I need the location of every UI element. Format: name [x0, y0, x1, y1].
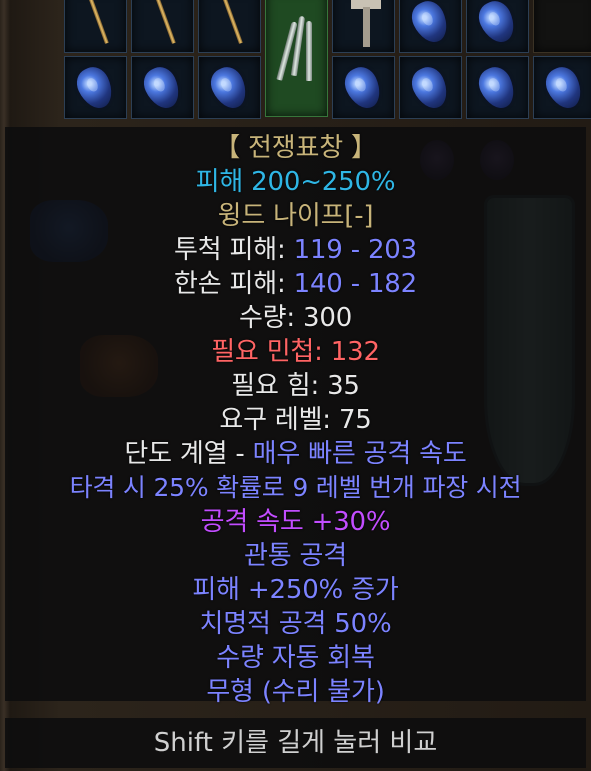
item-base-name: 윙드 나이프[-] — [217, 201, 374, 231]
mod-piercing-attack: 관통 공격 — [244, 541, 347, 571]
required-level-row: 요구 레벨: 75 — [5, 403, 586, 437]
stash-slot[interactable] — [198, 0, 261, 53]
stash-slot[interactable] — [198, 56, 261, 119]
stat-value: 300 — [303, 303, 353, 333]
stash-slot[interactable] — [131, 0, 194, 53]
stat-label: 투척 피해: — [174, 235, 286, 265]
weapon-class-label: 단도 계열 - — [124, 439, 245, 469]
throwing-knife-icon — [306, 21, 312, 81]
javelin-icon — [85, 0, 109, 44]
stat-label: 수량: — [238, 303, 295, 333]
mod-chance-to-cast: 타격 시 25% 확률로 9 레벨 번개 파장 시전 — [69, 473, 522, 502]
mod-replenish-quantity: 수량 자동 회복 — [216, 643, 375, 673]
hammer-shaft — [363, 7, 370, 47]
mod-enhanced-damage: 피해 +250% 증가 — [192, 575, 399, 605]
sapphire-gem-icon — [71, 62, 119, 114]
attack-speed-class: 매우 빠른 공격 속도 — [252, 439, 467, 469]
sapphire-gem-icon — [473, 0, 521, 48]
sapphire-gem-icon — [339, 62, 387, 114]
required-strength-row: 필요 힘: 35 — [5, 369, 586, 403]
stat-value: 119 - 203 — [293, 235, 418, 265]
sapphire-gem-icon — [540, 62, 588, 114]
stat-value: 132 — [330, 337, 380, 367]
stash-slot[interactable] — [533, 0, 591, 53]
stash-slot[interactable] — [533, 56, 591, 119]
stat-label: 필요 힘: — [231, 371, 320, 401]
stat-label: 필요 민첩: — [211, 337, 323, 367]
mod-attack-speed: 공격 속도 +30% — [200, 507, 391, 537]
javelin-icon — [219, 0, 243, 44]
sapphire-gem-icon — [473, 62, 521, 114]
stash-slot[interactable] — [399, 0, 462, 53]
throw-damage-row: 투척 피해: 119 - 203 — [5, 233, 586, 267]
selected-item-slot[interactable] — [265, 0, 328, 117]
sapphire-gem-icon — [406, 0, 454, 48]
quantity-row: 수량: 300 — [5, 301, 586, 335]
compare-hint: Shift 키를 길게 눌러 비교 — [5, 718, 586, 768]
weapon-class-row: 단도 계열 - 매우 빠른 공격 속도 — [5, 437, 586, 471]
stat-value: 140 - 182 — [293, 269, 418, 299]
one-hand-damage-row: 한손 피해: 140 - 182 — [5, 267, 586, 301]
stash-slot[interactable] — [399, 56, 462, 119]
item-tooltip: 【 전쟁표창 】 피해 200~250% 윙드 나이프[-] 투척 피해: 11… — [5, 127, 586, 707]
sapphire-gem-icon — [138, 62, 186, 114]
javelin-icon — [152, 0, 176, 44]
stash-slot[interactable] — [466, 0, 529, 53]
stash-slot[interactable] — [332, 0, 395, 53]
stash-slot[interactable] — [466, 56, 529, 119]
mod-ethereal: 무형 (수리 불가) — [206, 677, 385, 707]
stat-label: 요구 레벨: — [219, 405, 331, 435]
stash-slot[interactable] — [332, 56, 395, 119]
sapphire-gem-icon — [406, 62, 454, 114]
stat-value: 75 — [338, 405, 372, 435]
stash-slot[interactable] — [64, 56, 127, 119]
item-name: 【 전쟁표창 】 — [214, 133, 377, 163]
stat-label: 한손 피해: — [174, 269, 286, 299]
stat-value: 35 — [327, 371, 360, 401]
mod-deadly-strike: 치명적 공격 50% — [199, 609, 392, 639]
stash-slot[interactable] — [64, 0, 127, 53]
stash-slot[interactable] — [131, 56, 194, 119]
damage-percent: 피해 200~250% — [195, 167, 396, 197]
required-dexterity-row: 필요 민첩: 132 — [5, 335, 586, 369]
sapphire-gem-icon — [205, 62, 253, 114]
